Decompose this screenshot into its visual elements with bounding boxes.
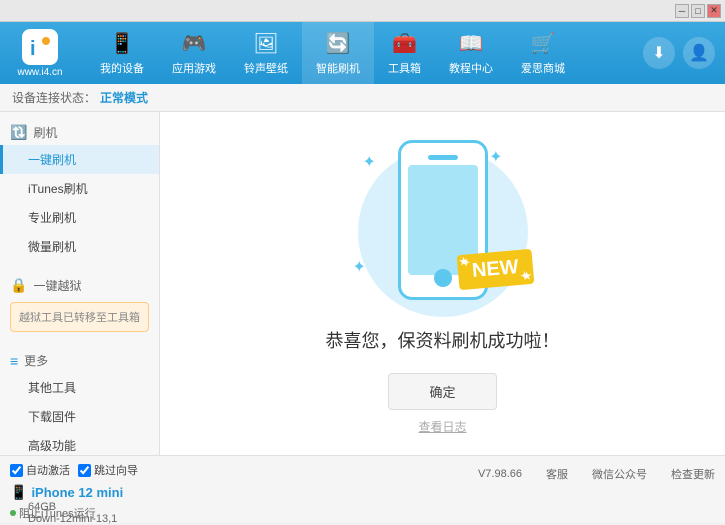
nav-toolbox[interactable]: 🧰 工具箱 (374, 22, 435, 84)
sidebar-item-one-click-flash[interactable]: 一键刷机 (0, 145, 159, 174)
nav-apps-games[interactable]: 🎮 应用游戏 (158, 22, 230, 84)
log-link[interactable]: 查看日志 (418, 418, 466, 435)
title-bar: ─ □ ✕ (0, 0, 725, 22)
sidebar-section-flash: 🔃 刷机 一键刷机 iTunes刷机 专业刷机 微量刷机 (0, 112, 159, 265)
close-button[interactable]: ✕ (707, 4, 721, 18)
more-section-label: 更多 (24, 352, 48, 369)
wallpaper-label: 铃声壁纸 (244, 60, 288, 76)
shop-icon: 🛒 (531, 31, 556, 56)
right-panel: ✦ ✦ ✦ ✦ NEW ✦ 恭喜您，保资料刷机成功 (160, 112, 725, 455)
tutorial-label: 教程中心 (449, 60, 493, 76)
skip-wizard-input[interactable] (78, 464, 91, 477)
skip-wizard-checkbox[interactable]: 跳过向导 (78, 462, 138, 478)
sidebar-item-download-firmware[interactable]: 下载固件 (0, 402, 159, 431)
sidebar-header-jailbreak: 🔒 一键越狱 (0, 273, 159, 298)
sparkle-3: ✦ (353, 257, 366, 277)
tutorial-icon: 📖 (459, 31, 484, 56)
customer-service-link[interactable]: 客服 (546, 466, 568, 482)
success-message: 恭喜您，保资料刷机成功啦！ (326, 327, 560, 353)
new-badge: ✦ NEW ✦ (458, 252, 533, 287)
nav-tutorial[interactable]: 📖 教程中心 (435, 22, 507, 84)
wechat-link[interactable]: 微信公众号 (592, 466, 647, 482)
nav-items: 📱 我的设备 🎮 应用游戏 🖼 铃声壁纸 🔄 智能刷机 🧰 工具箱 📖 (86, 22, 643, 84)
sidebar-header-flash: 🔃 刷机 (0, 120, 159, 145)
notice-text: 越狱工具已转移至工具箱 (19, 312, 140, 324)
window-controls: ─ □ ✕ (675, 4, 721, 18)
sidebar-section-more: ≡ 更多 其他工具 下载固件 高级功能 (0, 340, 159, 455)
my-device-icon: 📱 (110, 31, 135, 56)
flash-section-label: 刷机 (33, 124, 57, 141)
device-name-text: iPhone 12 mini (31, 485, 123, 500)
status-value: 正常模式 (100, 89, 148, 106)
device-name[interactable]: 📱 iPhone 12 mini (10, 484, 170, 501)
success-illustration: ✦ ✦ ✦ ✦ NEW ✦ (343, 132, 543, 307)
nav-right: ⬇ 👤 (643, 37, 715, 69)
flash-section-icon: 🔃 (10, 124, 27, 141)
status-label: 设备连接状态： (12, 89, 96, 106)
sidebar-item-itunes-flash[interactable]: iTunes刷机 (0, 174, 159, 203)
logo-text: www.i4.cn (17, 67, 62, 78)
main-content: 🔃 刷机 一键刷机 iTunes刷机 专业刷机 微量刷机 (0, 112, 725, 455)
device-phone-icon: 📱 (10, 484, 27, 501)
wallpaper-icon: 🖼 (253, 31, 278, 56)
itunes-status-text: 阻止iTunes运行 (19, 505, 96, 521)
bottom-bar: 自动激活 跳过向导 📱 iPhone 12 mini 64GB Down-12m… (0, 455, 725, 523)
sidebar-header-more[interactable]: ≡ 更多 (0, 348, 159, 373)
apps-games-label: 应用游戏 (172, 60, 216, 76)
download-button[interactable]: ⬇ (643, 37, 675, 69)
maximize-button[interactable]: □ (691, 4, 705, 18)
nav-wallpaper[interactable]: 🖼 铃声壁纸 (230, 22, 302, 84)
apps-games-icon: 🎮 (182, 31, 207, 56)
jailbreak-lock-icon: 🔒 (10, 277, 27, 294)
auto-detect-input[interactable] (10, 464, 23, 477)
nav-bar: i www.i4.cn 📱 我的设备 🎮 应用游戏 🖼 铃声壁纸 🔄 智能刷机 (0, 22, 725, 84)
shop-label: 爱思商城 (521, 60, 565, 76)
sparkle-2: ✦ (489, 147, 502, 167)
confirm-button[interactable]: 确定 (388, 373, 496, 410)
app-version: V7.98.66 (478, 468, 522, 480)
bottom-checkboxes: 自动激活 跳过向导 (10, 462, 170, 478)
sidebar: 🔃 刷机 一键刷机 iTunes刷机 专业刷机 微量刷机 (0, 112, 160, 455)
auto-detect-label: 自动激活 (26, 462, 70, 478)
sparkle-1: ✦ (363, 152, 376, 172)
smart-flash-label: 智能刷机 (316, 60, 360, 76)
minimize-button[interactable]: ─ (675, 4, 689, 18)
itunes-status: 阻止iTunes运行 (10, 505, 96, 521)
sidebar-item-tiny-flash[interactable]: 微量刷机 (0, 232, 159, 261)
skip-wizard-label: 跳过向导 (94, 462, 138, 478)
sidebar-section-jailbreak: 🔒 一键越狱 越狱工具已转移至工具箱 (0, 265, 159, 340)
nav-my-device[interactable]: 📱 我的设备 (86, 22, 158, 84)
status-bar: 设备连接状态： 正常模式 (0, 84, 725, 112)
phone-speaker (428, 155, 458, 160)
new-ribbon-text: ✦ NEW ✦ (456, 249, 533, 290)
auto-detect-checkbox[interactable]: 自动激活 (10, 462, 70, 478)
nav-smart-flash[interactable]: 🔄 智能刷机 (302, 22, 374, 84)
smart-flash-icon: 🔄 (326, 31, 351, 56)
svg-text:i: i (30, 38, 36, 60)
sidebar-item-advanced[interactable]: 高级功能 (0, 431, 159, 455)
bottom-right: V7.98.66 客服 微信公众号 检查更新 (180, 462, 715, 482)
more-section-icon: ≡ (10, 353, 18, 369)
user-button[interactable]: 👤 (683, 37, 715, 69)
jailbreak-notice: 越狱工具已转移至工具箱 (10, 302, 149, 332)
bottom-wrapper: 自动激活 跳过向导 📱 iPhone 12 mini 64GB Down-12m… (0, 455, 725, 523)
nav-shop[interactable]: 🛒 爱思商城 (507, 22, 579, 84)
my-device-label: 我的设备 (100, 60, 144, 76)
logo-icon: i (22, 29, 58, 65)
toolbox-label: 工具箱 (388, 60, 421, 76)
toolbox-icon: 🧰 (392, 31, 417, 56)
sidebar-item-other-tools[interactable]: 其他工具 (0, 373, 159, 402)
app-logo: i www.i4.cn (10, 29, 70, 78)
itunes-status-dot (10, 510, 16, 516)
sidebar-item-pro-flash[interactable]: 专业刷机 (0, 203, 159, 232)
phone-home-button (434, 269, 452, 287)
check-update-link[interactable]: 检查更新 (671, 466, 715, 482)
jailbreak-section-label: 一键越狱 (33, 277, 81, 294)
